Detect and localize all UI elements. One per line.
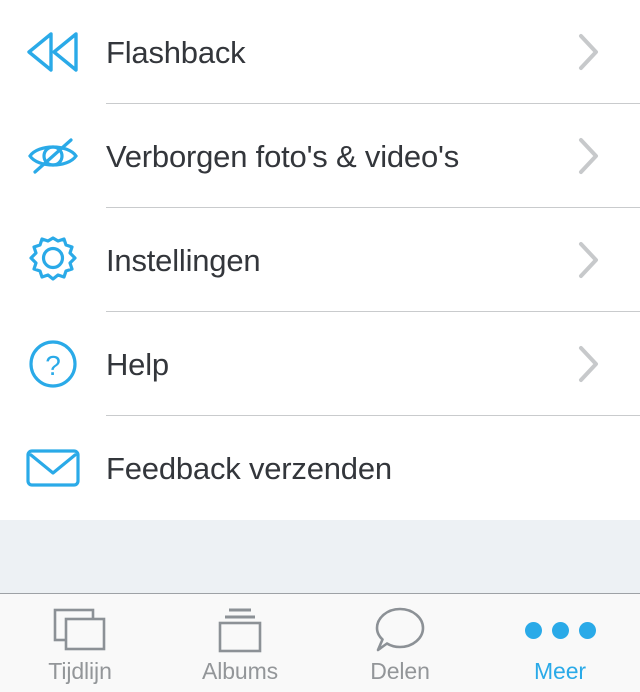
tab-label: Tijdlijn xyxy=(48,658,112,684)
chevron-right-icon xyxy=(578,33,640,71)
list-item-send-feedback[interactable]: Feedback verzenden xyxy=(0,416,640,520)
list-item-label: Verborgen foto's & video's xyxy=(106,138,460,174)
tab-label: Meer xyxy=(533,658,586,684)
list-item-label: Instellingen xyxy=(106,242,261,278)
tab-share[interactable]: Delen xyxy=(320,594,480,692)
tab-label: Delen xyxy=(370,658,430,684)
list-item-help[interactable]: ? Help xyxy=(0,312,640,416)
rewind-double-chevron-icon xyxy=(0,0,106,104)
question-mark-circle-icon: ? xyxy=(0,312,106,416)
list-item-flashback[interactable]: Flashback xyxy=(0,0,640,104)
svg-text:?: ? xyxy=(45,350,61,381)
chevron-right-icon xyxy=(578,345,640,383)
albums-stack-icon xyxy=(212,606,268,654)
gear-icon xyxy=(0,208,106,312)
empty-filler-area xyxy=(0,519,640,594)
envelope-icon xyxy=(0,416,106,520)
chevron-right-icon xyxy=(578,241,640,279)
three-dots-icon xyxy=(524,606,596,654)
list-item-settings[interactable]: Instellingen xyxy=(0,208,640,312)
tab-more[interactable]: Meer xyxy=(480,594,640,692)
settings-list: Flashback Verborgen foto's & video's Ins… xyxy=(0,0,640,520)
tab-albums[interactable]: Albums xyxy=(160,594,320,692)
bottom-tab-bar: Tijdlijn Albums Delen Meer xyxy=(0,594,640,692)
chevron-right-icon xyxy=(578,137,640,175)
tab-label: Albums xyxy=(201,658,279,684)
more-settings-screen: Flashback Verborgen foto's & video's Ins… xyxy=(0,0,640,692)
list-item-label: Help xyxy=(106,346,169,382)
list-item-label: Feedback verzenden xyxy=(106,450,392,486)
dot xyxy=(578,621,596,639)
dot xyxy=(524,621,542,639)
list-item-label: Flashback xyxy=(106,34,246,70)
list-item-hidden-photos-videos[interactable]: Verborgen foto's & video's xyxy=(0,104,640,208)
speech-bubble-icon xyxy=(372,606,428,654)
eye-slash-icon xyxy=(0,104,106,208)
stacked-photos-icon xyxy=(52,606,108,654)
tab-timeline[interactable]: Tijdlijn xyxy=(0,594,160,692)
dot xyxy=(551,621,569,639)
